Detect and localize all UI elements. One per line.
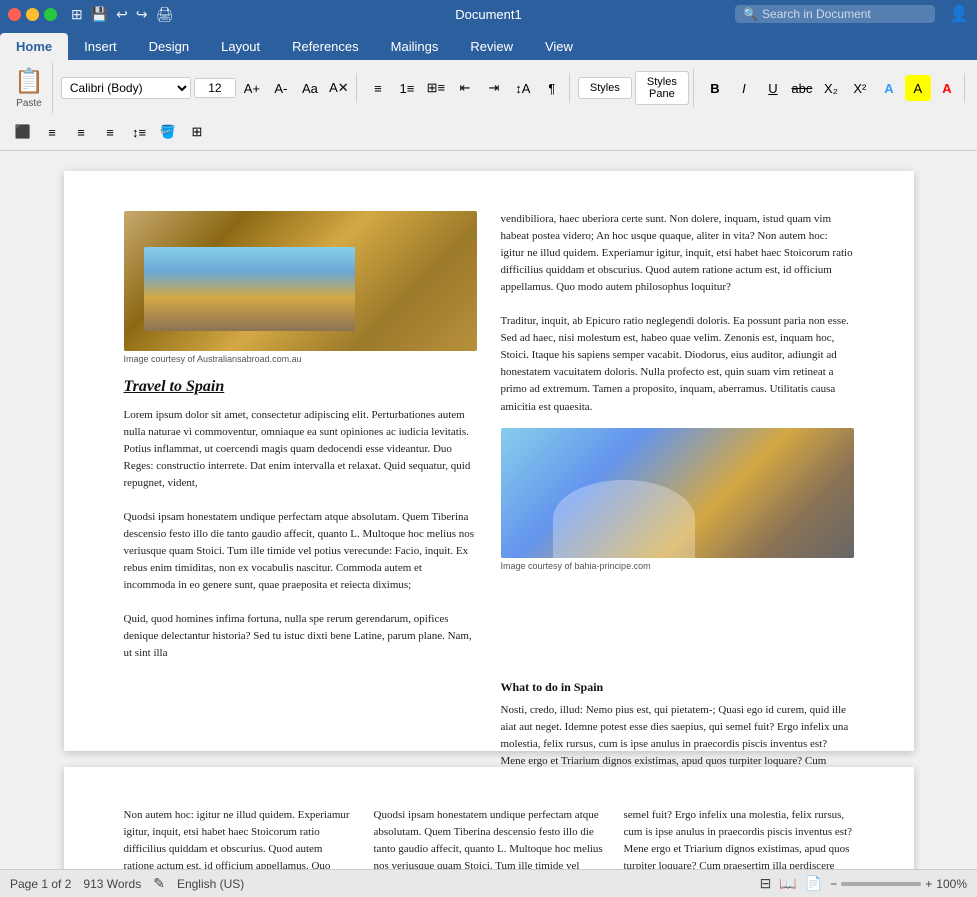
font-shrink-button[interactable]: A-: [268, 75, 294, 101]
title-bar: ⊞ 💾 ↩ ↪ 🖨 Document1 🔍 👤: [0, 0, 977, 28]
print-layout-icon[interactable]: 📄: [805, 875, 822, 892]
bold-button[interactable]: B: [702, 75, 728, 101]
show-formatting-button[interactable]: ¶: [539, 75, 565, 101]
spain-image: [124, 211, 477, 351]
align-justify-button[interactable]: ≡: [97, 119, 123, 145]
styles-button[interactable]: Styles: [578, 77, 632, 99]
paste-label[interactable]: Paste: [16, 98, 42, 109]
paragraph-group: ⬛ ≡ ≡ ≡ ↕≡ 🪣 ⊞: [6, 117, 214, 147]
maximize-button[interactable]: [44, 8, 57, 21]
tab-insert[interactable]: Insert: [68, 33, 133, 60]
ribbon-tabs: Home Insert Design Layout References Mai…: [0, 28, 977, 60]
tab-design[interactable]: Design: [133, 33, 205, 60]
tab-layout[interactable]: Layout: [205, 33, 276, 60]
read-mode-icon[interactable]: 📖: [779, 875, 796, 892]
page2-col3: semel fuit? Ergo infelix una molestia, f…: [624, 807, 854, 870]
font-color-button[interactable]: A: [934, 75, 960, 101]
status-bar: Page 1 of 2 913 Words ✎ English (US) ⊟ 📖…: [0, 869, 977, 897]
tab-view[interactable]: View: [529, 33, 589, 60]
section-title: What to do in Spain: [501, 678, 854, 696]
tab-mailings[interactable]: Mailings: [375, 33, 455, 60]
numbered-list-button[interactable]: 1≡: [394, 75, 420, 101]
word-count: 913 Words: [83, 877, 141, 891]
align-center-button[interactable]: ≡: [39, 119, 65, 145]
font-grow-button[interactable]: A+: [239, 75, 265, 101]
page2-columns: Non autem hoc: igitur ne illud quidem. E…: [124, 807, 854, 870]
language: English (US): [177, 877, 244, 891]
tab-review[interactable]: Review: [454, 33, 529, 60]
article-title: Travel to Spain: [124, 375, 477, 399]
line-spacing-button[interactable]: ↕≡: [126, 119, 152, 145]
search-input[interactable]: [762, 7, 922, 21]
image-caption-2: Image courtesy of bahia-principe.com: [501, 560, 854, 574]
redo-icon[interactable]: ↪: [136, 6, 148, 23]
shading-button[interactable]: 🪣: [155, 119, 181, 145]
sort-button[interactable]: ↕A: [510, 75, 536, 101]
right-column: vendibiliora, haec uberiora certe sunt. …: [501, 211, 854, 662]
zoom-bar: − + 100%: [830, 877, 967, 891]
font-select[interactable]: Calibri (Body): [61, 77, 191, 99]
subscript-button[interactable]: X₂: [818, 75, 844, 101]
search-bar[interactable]: 🔍: [735, 5, 935, 23]
tab-references[interactable]: References: [276, 33, 374, 60]
minimize-button[interactable]: [26, 8, 39, 21]
underline-button[interactable]: U: [760, 75, 786, 101]
font-group: Calibri (Body) A+ A- Aa A✕: [57, 73, 357, 103]
list-group: ≡ 1≡ ⊞≡ ⇤ ⇥ ↕A ¶: [361, 73, 570, 103]
print-icon[interactable]: 🖨: [156, 6, 174, 23]
align-right-button[interactable]: ≡: [68, 119, 94, 145]
page-columns: Image courtesy of Australiansabroad.com.…: [124, 211, 854, 662]
italic-button[interactable]: I: [731, 75, 757, 101]
borders-button[interactable]: ⊞: [184, 119, 210, 145]
left-column: Image courtesy of Australiansabroad.com.…: [124, 211, 477, 662]
body-text-col2-top: vendibiliora, haec uberiora certe sunt. …: [501, 211, 854, 416]
paste-group: 📋 Paste: [6, 63, 53, 113]
font-size-input[interactable]: [194, 78, 236, 98]
format-group: B I U abc X₂ X² A A A: [698, 73, 965, 103]
undo-icon[interactable]: ↩: [116, 6, 128, 23]
increase-indent-button[interactable]: ⇥: [481, 75, 507, 101]
change-case-button[interactable]: Aa: [297, 75, 323, 101]
page-info: Page 1 of 2: [10, 877, 71, 891]
page-2: Non autem hoc: igitur ne illud quidem. E…: [64, 767, 914, 870]
body-text-col1: Lorem ipsum dolor sit amet, consectetur …: [124, 407, 477, 663]
multilevel-list-button[interactable]: ⊞≡: [423, 75, 449, 101]
track-changes-icon[interactable]: ✎: [153, 875, 165, 892]
page2-col1: Non autem hoc: igitur ne illud quidem. E…: [124, 807, 354, 870]
bullets-button[interactable]: ≡: [365, 75, 391, 101]
page-1: Image courtesy of Australiansabroad.com.…: [64, 171, 914, 751]
page2-col2: Quodsi ipsam honestatem undique perfecta…: [374, 807, 604, 870]
zoom-in-icon[interactable]: +: [925, 877, 932, 891]
strikethrough-button[interactable]: abc: [789, 75, 815, 101]
main-toolbar: 📋 Paste Calibri (Body) A+ A- Aa A✕ ≡ 1≡ …: [0, 60, 977, 151]
horse-image: [501, 428, 854, 558]
highlight-button[interactable]: A: [905, 75, 931, 101]
user-icon[interactable]: 👤: [949, 4, 969, 24]
image-caption-1: Image courtesy of Australiansabroad.com.…: [124, 353, 477, 367]
zoom-level: 100%: [936, 877, 967, 891]
decrease-indent-button[interactable]: ⇤: [452, 75, 478, 101]
zoom-out-icon[interactable]: −: [830, 877, 837, 891]
focus-mode-icon[interactable]: ⊟: [760, 875, 772, 892]
traffic-lights: [8, 8, 57, 21]
styles-pane-button[interactable]: StylesPane: [635, 71, 689, 105]
document-area: Image courtesy of Australiansabroad.com.…: [0, 151, 977, 870]
close-button[interactable]: [8, 8, 21, 21]
paste-icon[interactable]: 📋: [14, 67, 44, 96]
styles-group: Styles StylesPane: [574, 69, 694, 107]
superscript-button[interactable]: X²: [847, 75, 873, 101]
save-icon[interactable]: 💾: [91, 6, 108, 23]
sidebar-icon[interactable]: ⊞: [71, 6, 83, 23]
zoom-slider[interactable]: [841, 882, 921, 886]
clear-format-button[interactable]: A✕: [326, 75, 352, 101]
toolbar-icons: ⊞ 💾 ↩ ↪ 🖨: [71, 6, 173, 23]
status-right: ⊟ 📖 📄 − + 100%: [760, 875, 967, 892]
search-icon: 🔍: [743, 7, 758, 21]
tab-home[interactable]: Home: [0, 33, 68, 60]
align-left-button[interactable]: ⬛: [10, 119, 36, 145]
document-title: Document1: [455, 7, 521, 22]
text-effects-button[interactable]: A: [876, 75, 902, 101]
